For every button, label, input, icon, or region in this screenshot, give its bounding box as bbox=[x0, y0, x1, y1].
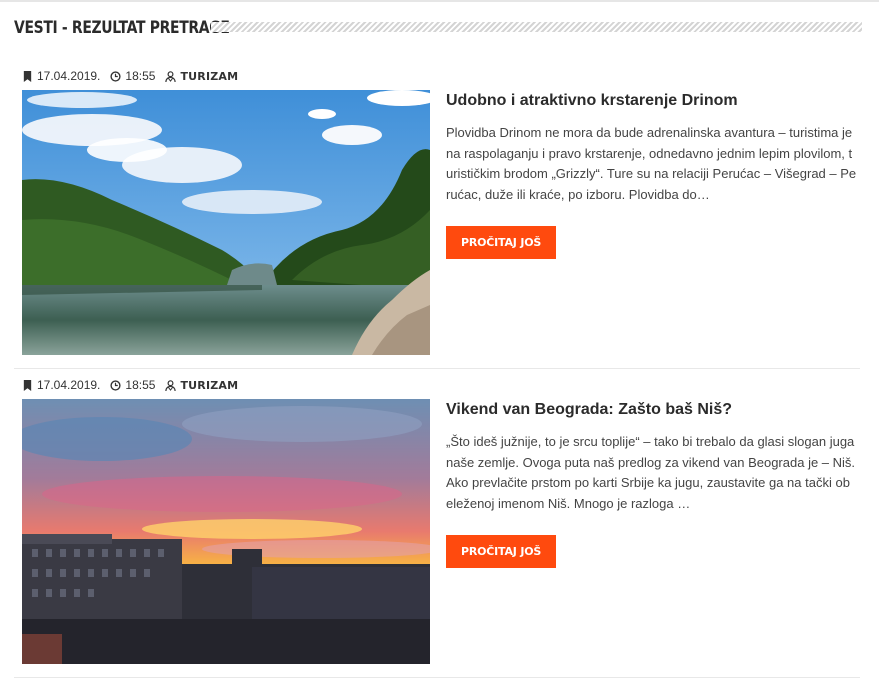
article-divider bbox=[14, 368, 860, 369]
bookmark-icon bbox=[23, 70, 32, 82]
article-time: 18:55 bbox=[110, 378, 155, 392]
article-title[interactable]: Udobno i atraktivno krstarenje Drinom bbox=[446, 91, 860, 111]
section-title: VESTI - REZULTAT PRETRAGE bbox=[14, 18, 230, 38]
article-category[interactable]: TURIZAM bbox=[165, 379, 238, 392]
article-content: Vikend van Beograda: Zašto baš Niš? „Što… bbox=[446, 399, 860, 568]
article-date: 17.04.2019. bbox=[22, 378, 100, 392]
article-category[interactable]: TURIZAM bbox=[165, 70, 238, 83]
article-date: 17.04.2019. bbox=[22, 69, 100, 83]
article-excerpt: „Što ideš južnije, to je srcu toplije“ –… bbox=[446, 434, 856, 511]
article-time-text: 18:55 bbox=[125, 378, 156, 392]
article-card: 17.04.2019. 18:55 TURIZAM bbox=[22, 68, 860, 368]
article-excerpt: Plovidba Drinom ne mora da bude adrenali… bbox=[446, 125, 857, 202]
article-date-text: 17.04.2019. bbox=[37, 69, 101, 83]
sunset-city-image[interactable] bbox=[22, 399, 430, 664]
article-meta: 17.04.2019. 18:55 TURIZAM bbox=[22, 68, 248, 84]
article-time: 18:55 bbox=[110, 69, 155, 83]
article-date-text: 17.04.2019. bbox=[37, 378, 101, 392]
article-title[interactable]: Vikend van Beograda: Zašto baš Niš? bbox=[446, 400, 860, 420]
article-divider bbox=[14, 677, 860, 678]
article-time-text: 18:55 bbox=[125, 69, 156, 83]
bookmark-icon bbox=[23, 379, 32, 391]
user-icon bbox=[165, 379, 177, 391]
article-content: Udobno i atraktivno krstarenje Drinom Pl… bbox=[446, 90, 860, 259]
user-icon bbox=[165, 70, 177, 82]
clock-icon bbox=[110, 379, 121, 391]
section-title-stripes bbox=[211, 22, 862, 32]
read-more-button[interactable]: PROČITAJ JOŠ bbox=[446, 535, 557, 568]
section-header: VESTI - REZULTAT PRETRAGE bbox=[14, 17, 862, 39]
article-category-text: TURIZAM bbox=[180, 378, 239, 392]
article-meta: 17.04.2019. 18:55 TURIZAM bbox=[22, 377, 248, 393]
article-category-text: TURIZAM bbox=[180, 69, 239, 83]
top-rule bbox=[0, 0, 879, 2]
river-landscape-image[interactable] bbox=[22, 90, 430, 355]
article-card: 17.04.2019. 18:55 TURIZAM bbox=[22, 377, 860, 677]
read-more-button[interactable]: PROČITAJ JOŠ bbox=[446, 226, 557, 259]
clock-icon bbox=[110, 70, 121, 82]
